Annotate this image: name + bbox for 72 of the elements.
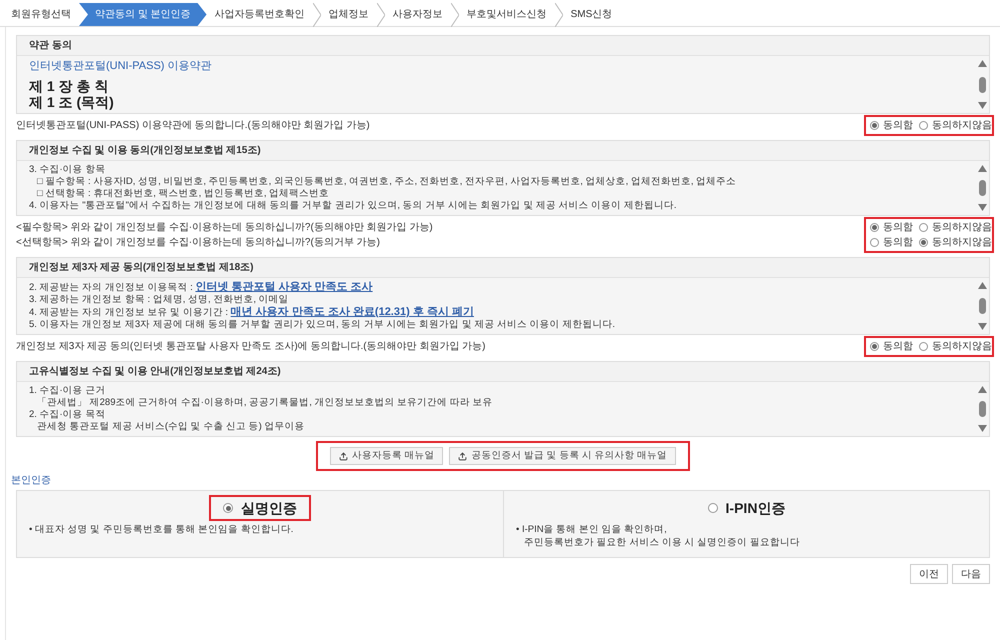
terms-link[interactable]: 인터넷 통관포털 사용자 만족도 조사 <box>195 281 373 293</box>
chevron-icon <box>376 3 385 27</box>
radio-label[interactable]: 동의하지않음 <box>932 339 992 354</box>
down-arrow-icon[interactable] <box>978 323 986 330</box>
manual-button[interactable]: 공동인증서 발급 및 등록 시 유의사항 매뉴얼 <box>449 447 676 465</box>
terms-line: 2. 제공받는 자의 개인정보 이용목적 : <box>29 282 194 293</box>
terms-title-link[interactable]: 인터넷통관포털(UNI-PASS) 이용약관 <box>29 59 963 73</box>
radio-label[interactable]: I-PIN인증 <box>726 498 786 518</box>
agreement-question: <선택항목> 위와 같이 개인정보를 수집·이용하는데 동의하십니까?(동의거부 가능) <box>16 236 381 249</box>
radio-button[interactable] <box>870 238 879 247</box>
radio-label[interactable]: 동의함 <box>883 220 913 235</box>
radio-button[interactable] <box>919 223 928 232</box>
terms-line: 5. 이용자는 개인정보 제3자 제공에 대해 동의를 거부할 권리가 있으며, 동의 거부 시에는 회원가입 및 제공 서비스 이용이 제한됩니다. <box>29 319 616 331</box>
terms-line: 관세청 통관포털 제공 서비스(수입 및 수출 신고 등) 업무이용 <box>36 421 306 433</box>
scrollbar-thumb[interactable] <box>978 180 986 196</box>
down-arrow-icon[interactable] <box>978 204 986 211</box>
radio-label[interactable]: 실명인증 <box>241 498 297 518</box>
terms-heading: 제 1 장 총 칙 <box>29 78 110 94</box>
radio-button[interactable] <box>919 238 928 247</box>
radio-button[interactable] <box>223 503 233 513</box>
radio-button[interactable] <box>919 121 928 130</box>
agreement-question: 인터넷통관포털(UNI-PASS) 이용약관에 동의합니다.(동의해야만 회원가입 가능) <box>16 119 370 132</box>
section-title: 본인인증 <box>10 474 52 488</box>
up-arrow-icon[interactable] <box>978 165 986 172</box>
terms-line: 4. 제공받는 자의 개인정보 보유 및 이용기간 : <box>29 307 230 318</box>
terms-heading: 제 1 조 (목적) <box>29 94 115 110</box>
agreement-question: <필수항목> 위와 같이 개인정보를 수집·이용하는데 동의하십니까?(동의해야만 회원가입 가능) <box>16 221 433 234</box>
terms-line: 2. 수집·이용 목적 <box>29 409 106 421</box>
radio-button[interactable] <box>870 121 879 130</box>
radio-label[interactable]: 동의함 <box>883 339 913 354</box>
radio-label[interactable]: 동의하지않음 <box>932 118 992 133</box>
scrollbar-thumb[interactable] <box>978 298 986 314</box>
panel-title: 고유식별정보 수집 및 이용 안내(개인정보보호법 제24조) <box>29 365 281 379</box>
scrollbar-thumb[interactable] <box>978 76 986 92</box>
radio-button[interactable] <box>870 342 879 351</box>
up-arrow-icon[interactable] <box>978 60 986 67</box>
terms-line: 4. 이용자는 "통관포털"에서 수집하는 개인정보에 대해 동의를 거부할 권리가 있으며, 동의 거부 시에는 회원가입 및 제공 서비스 이용이 제한됩니다. <box>29 200 678 212</box>
step-tab[interactable]: 약관동의 및 본인인증 <box>79 3 207 26</box>
panel-title: 약관 동의 <box>29 39 72 53</box>
nav-button[interactable]: 다음 <box>952 564 990 584</box>
chevron-icon <box>554 3 563 27</box>
terms-line: 1. 수집·이용 근거 <box>29 385 106 397</box>
note-text: • I-PIN을 통해 본인 임을 확인하며, <box>516 523 668 536</box>
upload-icon <box>458 452 468 460</box>
down-arrow-icon[interactable] <box>978 425 986 432</box>
nav-button[interactable]: 이전 <box>910 564 948 584</box>
radio-label[interactable]: 동의함 <box>883 235 913 250</box>
terms-line: □ 선택항목 : 휴대전화번호, 팩스번호, 법인등록번호, 업체팩스번호 <box>36 188 330 200</box>
terms-line: □ 필수항목 : 사용자ID, 성명, 비밀번호, 주민등록번호, 외국인등록번호, 여권번호, 주소, 전화번호, 전자우편, 사업자등록번호, 업체상호, 업체전화번호, 업체주소 <box>36 176 738 188</box>
chevron-icon <box>312 3 321 27</box>
radio-label[interactable]: 동의하지않음 <box>932 235 992 250</box>
agreement-question: 개인정보 제3자 제공 동의(인터넷 통관포탈 사용자 만족도 조사)에 동의합니다.(동의해야만 회원가입 가능) <box>16 340 486 353</box>
radio-button[interactable] <box>708 503 718 513</box>
note-text: 주민등록번호가 필요한 서비스 이용 시 실명인증이 필요합니다 <box>523 536 801 549</box>
terms-line: 3. 수집·이용 항목 <box>29 164 106 176</box>
radio-label[interactable]: 동의하지않음 <box>932 220 992 235</box>
up-arrow-icon[interactable] <box>978 282 986 289</box>
radio-label[interactable]: 동의함 <box>883 118 913 133</box>
down-arrow-icon[interactable] <box>978 102 986 109</box>
upload-icon <box>338 452 348 460</box>
panel-title: 개인정보 제3자 제공 동의(개인정보보호법 제18조) <box>29 261 254 275</box>
chevron-icon <box>450 3 459 27</box>
radio-button[interactable] <box>870 223 879 232</box>
note-text: • 대표자 성명 및 주민등록번호를 통해 본인임을 확인합니다. <box>29 523 294 536</box>
terms-line: 「관세법」 제289조에 근거하여 수집·이용하며, 공공기록물법, 개인정보보호법의 보유기간에 따라 보유 <box>36 397 494 409</box>
terms-line: 3. 제공하는 개인정보 항목 : 업체명, 성명, 전화번호, 이메일 <box>29 294 290 306</box>
panel-title: 개인정보 수집 및 이용 동의(개인정보보호법 제15조) <box>29 144 261 158</box>
scrollbar-thumb[interactable] <box>978 401 986 417</box>
up-arrow-icon[interactable] <box>978 386 986 393</box>
manual-button[interactable]: 사용자등록 매뉴얼 <box>330 447 444 465</box>
terms-link[interactable]: 매년 사용자 만족도 조사 완료(12.31) 후 즉시 폐기 <box>230 306 474 318</box>
radio-button[interactable] <box>919 342 928 351</box>
